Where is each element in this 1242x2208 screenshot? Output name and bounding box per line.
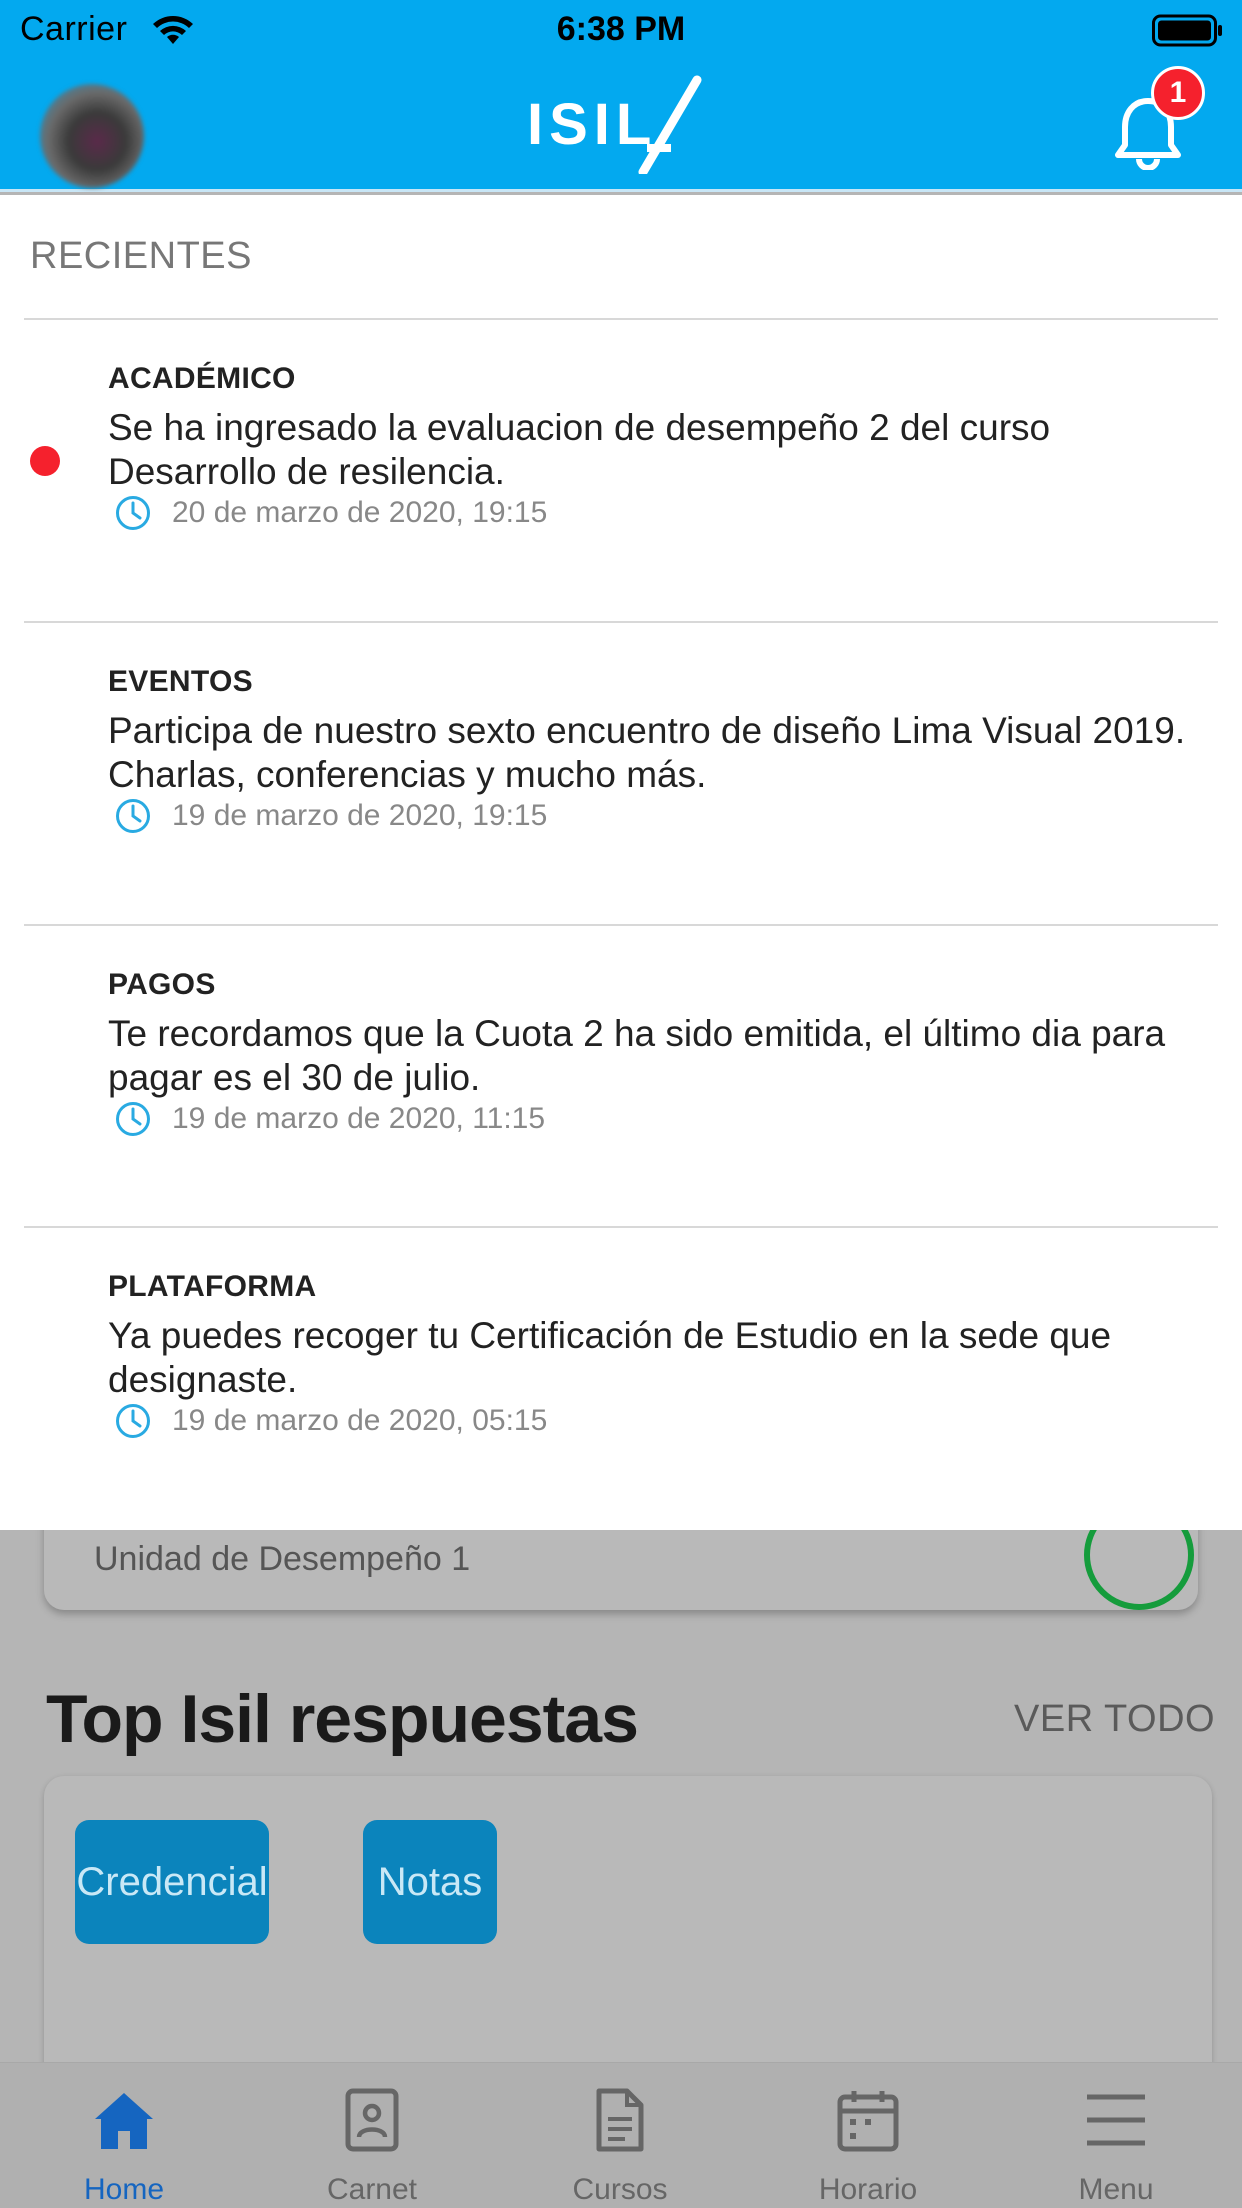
svg-text:ISIL: ISIL <box>527 92 657 157</box>
notification-category: EVENTOS <box>108 665 253 698</box>
tab-label: Cursos <box>572 2173 668 2206</box>
status-bar: Carrier 6:38 PM <box>0 0 1242 62</box>
tab-horario[interactable]: Horario <box>744 2063 992 2208</box>
performance-card-text: Unidad de Desempeño 1 <box>94 1540 471 1578</box>
notification-item[interactable]: PLATAFORMA Ya puedes recoger tu Certific… <box>0 1228 1242 1528</box>
notification-message: Te recordamos que la Cuota 2 ha sido emi… <box>108 1013 1166 1098</box>
unread-indicator <box>30 446 60 476</box>
notification-category: ACADÉMICO <box>108 362 296 395</box>
section-title: RECIENTES <box>30 235 252 277</box>
clock-icon <box>116 1404 150 1438</box>
notification-time: 20 de marzo de 2020, 19:15 <box>172 496 548 529</box>
battery-icon <box>1152 14 1222 47</box>
tab-bar: Home Carnet Cursos Horario Menu <box>0 2062 1242 2208</box>
notification-item[interactable]: EVENTOS Participa de nuestro sexto encue… <box>0 623 1242 923</box>
calendar-icon <box>837 2091 899 2152</box>
notification-category: PAGOS <box>108 968 216 1001</box>
document-icon <box>596 2088 644 2152</box>
notification-time: 19 de marzo de 2020, 19:15 <box>172 799 548 832</box>
top-answers-title: Top Isil respuestas <box>46 1681 639 1757</box>
notification-time: 19 de marzo de 2020, 11:15 <box>172 1102 546 1135</box>
notifications-panel: RECIENTES ACADÉMICO Se ha ingresado la e… <box>0 195 1242 1530</box>
notification-message: Participa de nuestro sexto encuentro de … <box>108 710 1186 795</box>
tab-label: Horario <box>818 2173 918 2206</box>
notification-item[interactable]: PAGOS Te recordamos que la Cuota 2 ha si… <box>0 926 1242 1226</box>
tab-cursos[interactable]: Cursos <box>496 2063 744 2208</box>
notification-message: Ya puedes recoger tu Certificación de Es… <box>108 1315 1112 1400</box>
tab-carnet[interactable]: Carnet <box>248 2063 496 2208</box>
isil-logo: ISIL <box>527 75 702 174</box>
answer-button-credencial[interactable]: Credencial <box>75 1820 269 1944</box>
avatar[interactable] <box>40 84 144 188</box>
notification-time: 19 de marzo de 2020, 05:15 <box>172 1404 548 1437</box>
answer-button-notas[interactable]: Notas <box>363 1820 497 1944</box>
notification-message: Se ha ingresado la evaluacion de desempe… <box>108 407 1051 492</box>
hamburger-icon <box>1087 2094 1145 2146</box>
see-all-link[interactable]: VER TODO <box>1014 1698 1215 1741</box>
notification-item[interactable]: ACADÉMICO Se ha ingresado la evaluacion … <box>0 320 1242 620</box>
tab-label: Menu <box>1078 2173 1154 2206</box>
tab-menu[interactable]: Menu <box>992 2063 1240 2208</box>
app-header: Carrier 6:38 PM ISIL 1 <box>0 0 1242 192</box>
id-card-icon <box>345 2088 399 2152</box>
notification-badge: 1 <box>1151 66 1205 120</box>
home-icon <box>95 2093 153 2149</box>
clock-icon <box>116 496 150 530</box>
tab-label: Carnet <box>326 2173 418 2206</box>
status-time: 6:38 PM <box>556 10 686 48</box>
clock-icon <box>116 1102 150 1136</box>
notification-category: PLATAFORMA <box>108 1270 317 1303</box>
tab-label: Home <box>83 2173 165 2206</box>
tab-home[interactable]: Home <box>0 2063 248 2208</box>
clock-icon <box>116 799 150 833</box>
